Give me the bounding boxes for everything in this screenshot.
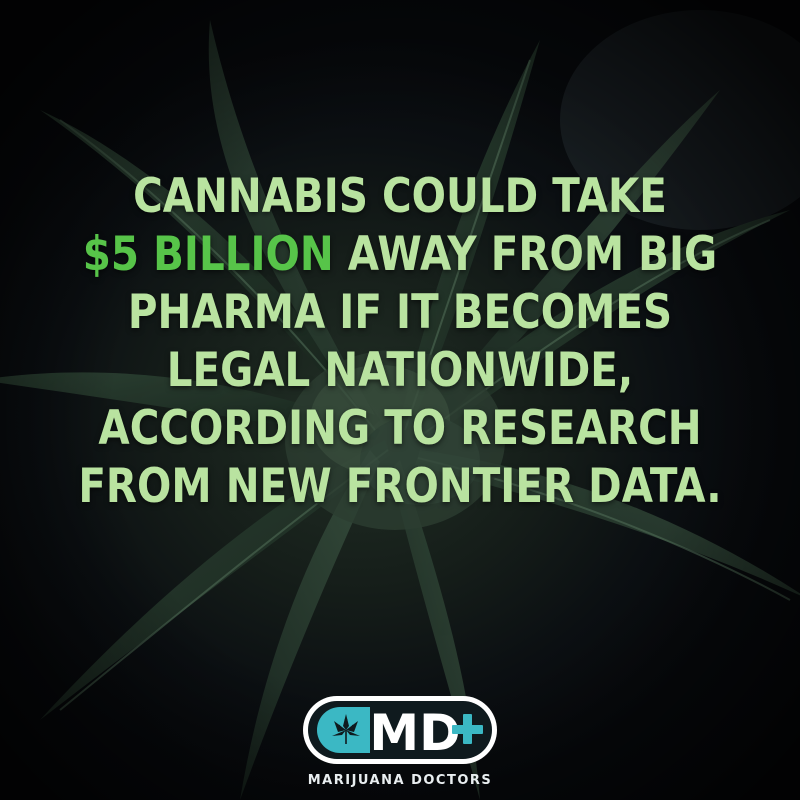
headline-line-1: CANNABIS COULD TAKE: [133, 169, 667, 224]
logo-letters: MD: [369, 704, 460, 762]
poster: CANNABIS COULD TAKE $5 BILLION AWAY FROM…: [0, 0, 800, 800]
marijuana-doctors-logo: MD: [303, 696, 497, 764]
headline-line-4: LEGAL NATIONWIDE,: [166, 343, 634, 398]
headline-line-5: ACCORDING TO RESEARCH: [98, 401, 702, 456]
headline: CANNABIS COULD TAKE $5 BILLION AWAY FROM…: [56, 168, 744, 516]
headline-line-6: FROM NEW FRONTIER DATA.: [78, 459, 722, 514]
headline-highlight-amount: $5 BILLION: [82, 227, 334, 282]
logo-caption: MARIJUANA DOCTORS: [307, 773, 493, 788]
headline-line-2: $5 BILLION AWAY FROM BIG: [56, 226, 744, 284]
headline-line-3: PHARMA IF IT BECOMES: [127, 285, 673, 340]
headline-line-2-rest: AWAY FROM BIG: [333, 227, 718, 282]
